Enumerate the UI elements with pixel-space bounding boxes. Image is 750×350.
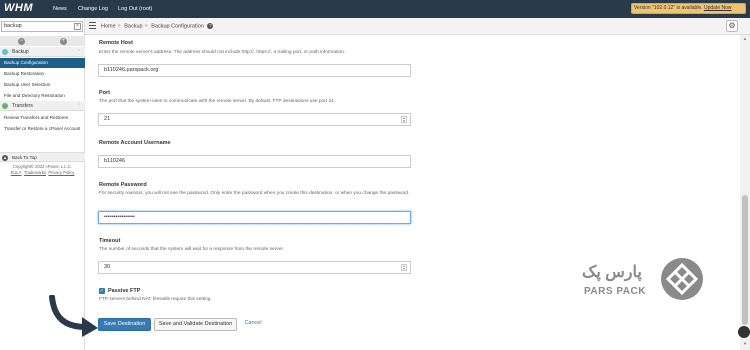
update-notice: Version "102.0.12" is available. Update … (631, 3, 746, 14)
breadcrumb-backup-configuration: Backup Configuration (151, 23, 204, 30)
sidebar-item-backup-restoration[interactable]: Backup Restoration (0, 69, 85, 79)
save-validate-destination-button[interactable]: Save and Validate Destination (154, 318, 237, 331)
pointer-arrow-icon (49, 295, 98, 337)
password-input[interactable]: •••••••••••••••• (98, 211, 411, 224)
number-stepper-icon[interactable]: ▲ ▼ (401, 116, 407, 123)
port-help: The port that the system uses to communi… (99, 99, 336, 104)
sidebar-item-review-transfers[interactable]: Review Transfers and Restores (0, 113, 85, 123)
sidebar-category-backup[interactable]: Backup ⌃ (0, 47, 85, 57)
chevron-up-icon: ⌃ (76, 103, 81, 109)
remote-host-label: Remote Host (99, 40, 133, 46)
parspack-logo-icon (661, 258, 703, 300)
username-label: Remote Account Username (99, 140, 171, 146)
category-label: Backup (12, 49, 29, 55)
sidebar-item-backup-user-selection[interactable]: Backup User Selection (0, 80, 85, 90)
watermark-text-persian: پارس پک (582, 264, 642, 281)
timeout-value: 30 (104, 264, 111, 270)
update-now-link[interactable]: Update Now (704, 5, 732, 11)
chat-icon[interactable] (738, 326, 750, 338)
passive-ftp-help: FTP servers behind NAT firewalls require… (99, 297, 212, 302)
remote-host-input[interactable]: b110246.parspack.org (98, 64, 411, 77)
scrollbar-thumb[interactable] (742, 195, 748, 325)
port-label: Port (99, 90, 110, 96)
search-value: backup (4, 23, 22, 29)
category-label: Transfers (12, 103, 33, 109)
back-to-top-label: Back To Top (12, 155, 37, 160)
port-value: 21 (104, 116, 111, 122)
passive-ftp-checkbox[interactable]: ✓ (99, 288, 105, 294)
sidebar-item-backup-configuration[interactable]: Backup Configuration (0, 58, 85, 68)
whm-logo[interactable]: WHM (4, 2, 46, 16)
expand-all-icon[interactable]: + (60, 37, 67, 45)
password-help: For security reasons, you will not see t… (99, 191, 410, 196)
arrow-up-icon: ▲ (2, 155, 8, 161)
breadcrumb-home[interactable]: Home (101, 23, 116, 29)
trademarks-link[interactable]: Trademarks (24, 170, 46, 175)
remote-host-help: Enter the remote server's address. The a… (99, 50, 346, 55)
sidebar-category-transfers[interactable]: Transfers ⌃ (0, 101, 85, 111)
top-bar: WHM News Change Log Log Out (root) Versi… (0, 0, 750, 18)
scroll-up-icon[interactable]: ▲ (742, 36, 748, 42)
eula-link[interactable]: EULA (11, 170, 22, 175)
nav-logout[interactable]: Log Out (root) (118, 6, 152, 12)
chevron-up-icon: ⌃ (76, 49, 81, 55)
copyright: Copyright© 2022 cPanel, L.L.C. EULA Trad… (0, 164, 85, 176)
sidebar-item-transfer-restore-account[interactable]: Transfer or Restore a cPanel Account (0, 124, 85, 134)
sidebar-search-input[interactable]: backup × (1, 21, 83, 32)
timeout-label: Timeout (99, 238, 121, 244)
number-stepper-icon[interactable]: ▲ ▼ (401, 264, 407, 271)
username-input[interactable]: b110246 (98, 155, 411, 168)
cancel-link[interactable]: Cancel (240, 318, 266, 331)
breadcrumb-backup[interactable]: Backup (124, 23, 142, 29)
timeout-help: The number of seconds that the system wi… (99, 247, 285, 252)
privacy-policy-link[interactable]: Privacy Policy (48, 170, 74, 175)
scroll-down-icon[interactable]: ▼ (742, 341, 748, 347)
destination-form: Remote Host Enter the remote server's ad… (85, 35, 740, 350)
menu-icon[interactable] (89, 22, 96, 29)
transfers-icon (2, 103, 8, 109)
help-icon[interactable]: ? (207, 23, 214, 29)
port-input[interactable]: 21 ▲ ▼ (98, 113, 411, 126)
sidebar-item-file-directory-restoration[interactable]: File and Directory Restoration (0, 91, 85, 101)
password-label: Remote Password (99, 182, 147, 188)
nav-news[interactable]: News (53, 6, 67, 12)
backup-icon (2, 49, 8, 55)
back-to-top-button[interactable]: ▲ Back To Top (0, 152, 85, 162)
page-scrollbar[interactable]: ▲ ▼ (740, 35, 750, 350)
update-text: Version "102.0.12" is available. (634, 5, 703, 11)
timeout-input[interactable]: 30 ▲ ▼ (98, 261, 411, 274)
clear-icon[interactable]: × (74, 23, 81, 30)
collapse-all-icon[interactable]: − (18, 37, 25, 45)
watermark-text-latin: PARS PACK (584, 286, 646, 297)
breadcrumb-bar: Home» Backup» Backup Configuration ? ⚙ (85, 18, 750, 35)
breadcrumb: Home» Backup» Backup Configuration ? (101, 23, 214, 30)
passive-ftp-label: Passive FTP (108, 288, 141, 294)
sidebar-toggle-bar: − + (0, 36, 85, 46)
gear-icon[interactable]: ⚙ (726, 20, 738, 32)
nav-change-log[interactable]: Change Log (78, 6, 108, 12)
